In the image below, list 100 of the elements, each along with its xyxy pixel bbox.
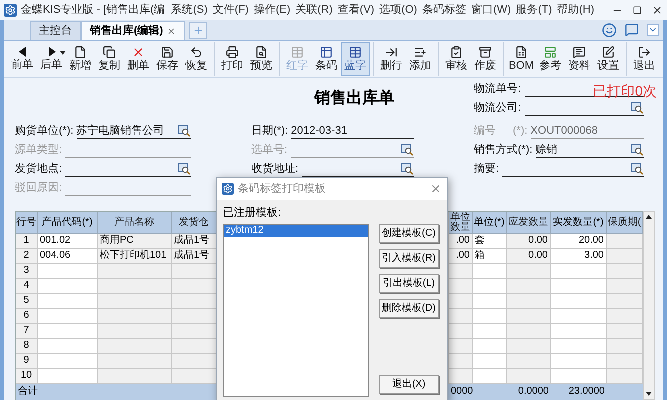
lookup-icon[interactable] [631,144,644,156]
menu-item[interactable]: 操作(E) [254,2,291,18]
toolbar-button[interactable]: 删单 [124,42,153,76]
row-number: 5 [16,294,38,309]
dropdown-icon[interactable] [647,24,659,36]
toolbar-button[interactable]: BOM [507,42,536,76]
template-item[interactable]: zybtm12 [224,224,368,236]
table-cell: 成品1号 [172,234,217,249]
document-search-icon [255,46,268,58]
scrollbar[interactable] [643,211,655,400]
column-header[interactable]: 发货仓 [172,212,217,234]
table-cell: 004.06 [38,249,98,264]
lookup-icon[interactable] [631,163,644,175]
dialog-button[interactable]: 引入模板(R) [379,249,439,268]
menu-item[interactable]: 系统(S) [171,2,208,18]
column-header[interactable]: 行号 [16,212,38,234]
lookup-icon[interactable] [631,102,644,114]
close-icon[interactable] [167,26,176,36]
grid-icon [291,46,304,58]
toolbar-button[interactable]: 资料 [565,42,594,76]
dialog-title: 条码标签打印模板 [238,182,326,197]
menu-item[interactable]: 选项(O) [380,2,418,18]
smiley-icon[interactable] [602,22,617,38]
column-header[interactable]: 单位(*) [473,212,507,234]
row-number: 9 [16,354,38,369]
column-header[interactable]: 保质期( [607,212,643,234]
copy-icon [103,46,116,58]
column-header[interactable]: 实发数量(*) [551,212,607,234]
form-title: 销售出库单 [314,88,394,109]
archive-box-icon [479,46,492,58]
total-value: 0000 [450,385,473,399]
message-icon[interactable] [625,23,639,37]
menu-item[interactable]: 关联(R) [296,2,333,18]
layout-icon [544,46,557,58]
toolbar-button[interactable]: 退出 [630,42,659,76]
tab[interactable]: 主控台 [30,21,81,40]
lookup-icon[interactable] [400,163,414,175]
lookup-icon[interactable] [178,163,191,175]
toolbar-button[interactable]: 设置 [594,42,623,76]
row-number: 8 [16,339,38,354]
undo-icon [190,46,203,58]
lookup-icon[interactable] [178,125,191,137]
toolbar-button[interactable]: 蓝字 [341,42,370,76]
template-list[interactable]: zybtm12 [223,224,369,396]
menu-item[interactable]: 服务(T) [516,2,552,18]
plus-icon [192,25,204,36]
table-cell: 成品1号 [172,249,217,264]
input-field[interactable]: 苏宁电脑销售公司 [76,123,191,139]
toolbar-button[interactable]: 审核 [442,42,471,76]
maximize-icon[interactable] [633,6,642,14]
app-icon [222,183,234,195]
list-label: 已注册模板: [223,206,282,221]
column-header[interactable]: 单位数量 [449,212,473,234]
toolbar-button[interactable]: 作废 [471,42,500,76]
toolbar-button[interactable]: 恢复 [182,42,211,76]
toolbar-button[interactable]: 条码 [312,42,341,76]
input-field[interactable] [525,100,644,116]
input-field[interactable] [502,161,644,177]
column-header[interactable]: 产品代码(*) [38,212,98,234]
triangle-left-icon [16,46,28,58]
input-field[interactable]: 2012-03-31 [291,123,414,139]
toolbar-button[interactable]: 保存 [153,42,182,76]
toolbar-button[interactable]: 前单 [8,42,37,76]
toolbar-button[interactable]: 打印 [218,42,247,76]
row-number: 10 [16,369,38,384]
window-title: 金蝶KIS专业版 - [销售出库(编 [21,2,166,18]
toolbar-button[interactable]: 预览 [247,42,276,76]
input-field[interactable] [65,161,191,177]
dialog-button[interactable]: 删除模板(D) [379,299,439,318]
menu-item[interactable]: 条码标签 [422,2,466,18]
table-cell: 商用PC [98,234,172,249]
dialog-button[interactable]: 引出模板(L) [379,274,439,293]
close-icon[interactable] [652,4,663,16]
toolbar-button[interactable]: 新增 [66,42,95,76]
row-number: 7 [16,324,38,339]
table-cell: 3.00 [551,249,607,264]
tab[interactable]: 销售出库(编辑) [81,21,186,40]
toolbar-button[interactable]: 复制 [95,42,124,76]
input-field[interactable]: 赊销 [536,142,644,158]
field-label: 物流公司: [474,100,522,116]
menu-item[interactable]: 文件(F) [212,2,249,18]
caret-icon[interactable] [60,51,66,55]
toolbar-button[interactable]: 添加 [406,42,435,76]
menu-item[interactable]: 查看(V) [338,2,375,18]
print-status: 已打印0次 [593,82,657,101]
menu-item[interactable]: 窗口(W) [471,2,512,18]
field-label: (*): [513,124,528,138]
exit-button[interactable]: 退出(X) [379,375,439,394]
menu-item[interactable]: 帮助(H) [557,2,595,18]
toolbar-button[interactable]: 后单 [37,42,66,76]
dialog-button[interactable]: 创建模板(C) [379,224,439,243]
row-number: 1 [16,234,38,249]
row-number: 2 [16,249,38,264]
toolbar-button[interactable]: 删行 [377,42,406,76]
toolbar-button[interactable]: 参考 [536,42,565,76]
field-label: 发货地点: [15,162,62,176]
close-icon [132,46,145,58]
column-header[interactable]: 产品名称 [98,212,172,234]
column-header[interactable]: 应发数量 [507,212,551,234]
table-cell: .00 [449,249,473,264]
